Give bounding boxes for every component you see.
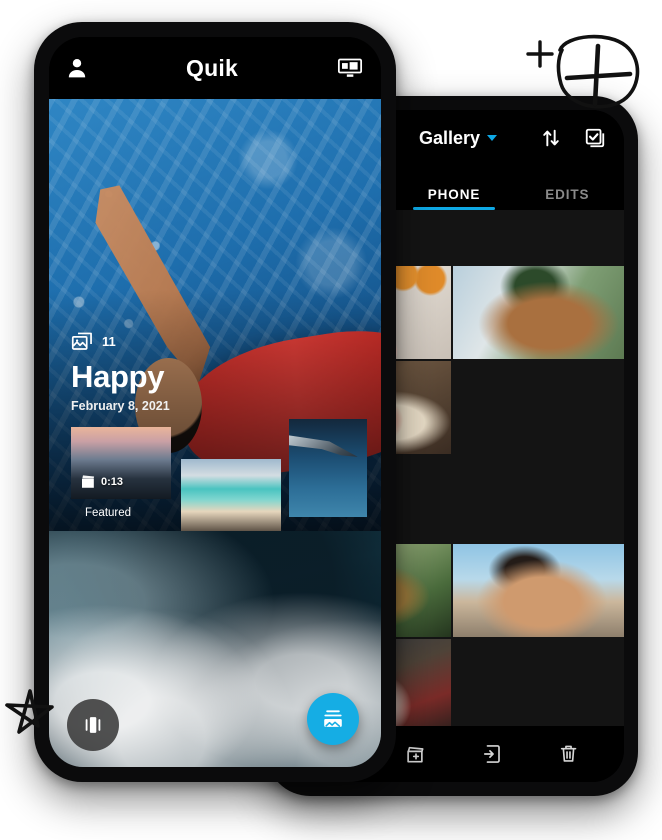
hero-title: Happy — [71, 359, 165, 395]
select-all-checkbox-icon[interactable] — [584, 127, 606, 149]
photo-stack-icon — [71, 332, 93, 351]
hero-thumbnail-strip: 0:13 Featured — [71, 419, 381, 531]
grid-empty-cell — [453, 639, 624, 726]
gallery-title: Gallery — [418, 127, 481, 148]
clapperboard-icon — [80, 474, 96, 489]
featured-label: Featured — [85, 507, 132, 519]
gopro-camera-icon[interactable] — [337, 57, 363, 79]
mural-button[interactable] — [67, 699, 119, 751]
add-to-video-button[interactable] — [405, 744, 427, 765]
tab-edits[interactable]: EDITS — [511, 187, 624, 210]
quik-phone-device: Quik 11 Happy February 8, 2021 0:13 Feat… — [34, 22, 396, 782]
dolphin-shape — [289, 434, 358, 457]
man-portrait-photo[interactable] — [453, 266, 624, 359]
media-stack-row: 11 — [71, 332, 170, 351]
dolphin-thumb[interactable] — [289, 419, 367, 517]
gallery-header-actions — [540, 127, 606, 149]
media-count: 11 — [102, 334, 116, 350]
chevron-down-icon — [487, 135, 498, 141]
delete-button[interactable] — [558, 743, 579, 765]
person-icon[interactable] — [67, 57, 87, 79]
duration-text: 0:13 — [101, 475, 124, 488]
hero-story-card[interactable]: 11 Happy February 8, 2021 0:13 Featured — [49, 99, 381, 531]
featured-thumb[interactable]: 0:13 — [71, 427, 171, 499]
sort-arrows-icon[interactable] — [540, 127, 562, 149]
hero-date: February 8, 2021 — [71, 399, 170, 413]
hero-metadata: 11 Happy February 8, 2021 — [71, 332, 170, 413]
tab-phone[interactable]: PHONE — [397, 187, 510, 210]
app-title: Quik — [186, 54, 238, 81]
grid-empty-cell — [453, 361, 624, 454]
quik-topbar: Quik — [49, 37, 381, 99]
quik-phone-screen: Quik 11 Happy February 8, 2021 0:13 Feat… — [49, 37, 381, 767]
media-import-button[interactable] — [307, 693, 359, 745]
beach-woman-photo[interactable] — [453, 544, 624, 637]
duration-badge: 0:13 — [80, 474, 123, 489]
beach-thumb[interactable] — [181, 459, 281, 531]
ocean-story-card[interactable] — [49, 531, 381, 767]
save-to-device-button[interactable] — [482, 743, 503, 765]
screenshot-stage: Gallery PHONE EDITS Quik 11 Happy Februa… — [0, 0, 662, 840]
